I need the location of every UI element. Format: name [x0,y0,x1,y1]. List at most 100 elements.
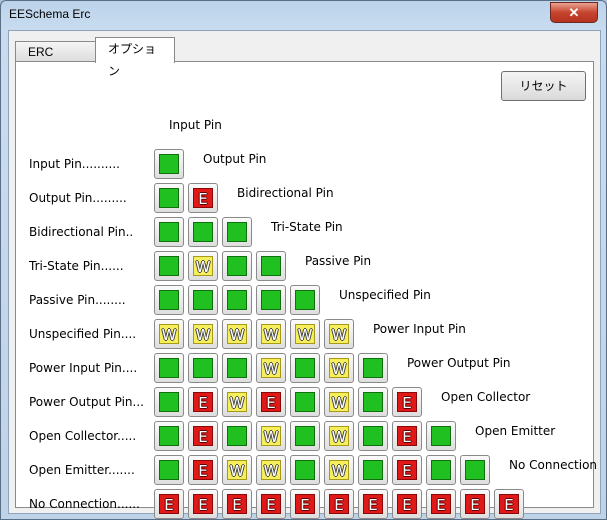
erc-cell-ok[interactable] [188,285,218,315]
erc-cell-error[interactable]: E [222,489,252,519]
erc-cell-ok[interactable] [358,387,388,417]
ok-marker [227,426,247,446]
erc-window: EESchema Erc ✕ ERC オプション リセット Input Pin.… [0,0,607,520]
erc-cell-ok[interactable] [154,183,184,213]
warning-marker: W [261,426,281,446]
ok-marker [295,460,315,480]
column-label: Passive Pin [305,254,372,268]
column-label: Open Emitter [475,424,556,438]
erc-cell-ok[interactable] [426,455,456,485]
erc-cell-warning[interactable]: W [222,455,252,485]
ok-marker [227,222,247,242]
ok-marker [193,222,213,242]
erc-cell-ok[interactable] [290,353,320,383]
erc-cell-ok[interactable] [222,353,252,383]
erc-cell-warning[interactable]: W [256,455,286,485]
erc-cell-ok[interactable] [290,421,320,451]
erc-cell-ok[interactable] [222,421,252,451]
erc-cell-ok[interactable] [256,251,286,281]
warning-marker: W [159,324,179,344]
erc-cell-ok[interactable] [290,455,320,485]
erc-cell-warning[interactable]: W [290,319,320,349]
tab-erc[interactable]: ERC [15,41,99,62]
row-label: Input Pin.......... [29,157,120,171]
erc-cell-error[interactable]: E [188,387,218,417]
erc-cell-ok[interactable] [188,217,218,247]
erc-cell-ok[interactable] [154,217,184,247]
erc-cell-ok[interactable] [222,285,252,315]
erc-cell-error[interactable]: E [290,489,320,519]
erc-cell-ok[interactable] [290,387,320,417]
erc-cell-ok[interactable] [154,387,184,417]
ok-marker [159,460,179,480]
erc-cell-ok[interactable] [154,455,184,485]
erc-cell-warning[interactable]: W [222,387,252,417]
error-marker: E [193,188,213,208]
erc-cell-ok[interactable] [154,285,184,315]
erc-cell-warning[interactable]: W [188,319,218,349]
erc-cell-ok[interactable] [154,421,184,451]
reset-button[interactable]: リセット [501,71,586,101]
ok-marker [431,426,451,446]
erc-cell-ok[interactable] [426,421,456,451]
erc-cell-error[interactable]: E [154,489,184,519]
erc-cell-error[interactable]: E [494,489,524,519]
ok-marker [431,460,451,480]
erc-cell-warning[interactable]: W [324,455,354,485]
erc-cell-error[interactable]: E [392,421,422,451]
close-button[interactable]: ✕ [550,2,598,23]
erc-cell-warning[interactable]: W [256,421,286,451]
erc-cell-ok[interactable] [358,353,388,383]
title-bar: EESchema Erc ✕ [1,1,606,29]
erc-cell-error[interactable]: E [392,387,422,417]
erc-cell-error[interactable]: E [188,421,218,451]
ok-marker [159,358,179,378]
erc-cell-error[interactable]: E [188,489,218,519]
erc-cell-error[interactable]: E [358,489,388,519]
error-marker: E [397,460,417,480]
erc-cell-warning[interactable]: W [324,421,354,451]
erc-cell-ok[interactable] [460,455,490,485]
erc-cell-warning[interactable]: W [154,319,184,349]
row-label: Output Pin......... [29,191,127,205]
erc-cell-ok[interactable] [256,285,286,315]
erc-cell-ok[interactable] [188,353,218,383]
erc-cell-warning[interactable]: W [324,319,354,349]
erc-cell-ok[interactable] [222,217,252,247]
erc-cell-error[interactable]: E [392,489,422,519]
error-marker: E [193,494,213,514]
erc-cell-ok[interactable] [358,421,388,451]
erc-cell-ok[interactable] [358,455,388,485]
erc-cell-ok[interactable] [154,149,184,179]
erc-cell-warning[interactable]: W [324,353,354,383]
erc-cell-error[interactable]: E [188,183,218,213]
error-marker: E [499,494,519,514]
erc-cell-error[interactable]: E [188,455,218,485]
erc-cell-warning[interactable]: W [222,319,252,349]
row-label: Power Output Pin... [29,395,144,409]
erc-cell-ok[interactable] [154,251,184,281]
erc-cell-warning[interactable]: W [256,353,286,383]
ok-marker [159,290,179,310]
erc-cell-error[interactable]: E [426,489,456,519]
erc-cell-ok[interactable] [222,251,252,281]
erc-cell-warning[interactable]: W [324,387,354,417]
erc-cell-error[interactable]: E [256,489,286,519]
erc-cell-ok[interactable] [154,353,184,383]
erc-cell-error[interactable]: E [256,387,286,417]
erc-cell-warning[interactable]: W [188,251,218,281]
erc-cell-error[interactable]: E [460,489,490,519]
ok-marker [363,426,383,446]
error-marker: E [159,494,179,514]
error-marker: E [431,494,451,514]
erc-cell-warning[interactable]: W [256,319,286,349]
erc-cell-error[interactable]: E [324,489,354,519]
error-marker: E [193,392,213,412]
ok-marker [193,358,213,378]
ok-marker [261,290,281,310]
error-marker: E [363,494,383,514]
tab-options[interactable]: オプション [95,37,175,78]
erc-cell-ok[interactable] [290,285,320,315]
erc-cell-error[interactable]: E [392,455,422,485]
ok-marker [363,460,383,480]
